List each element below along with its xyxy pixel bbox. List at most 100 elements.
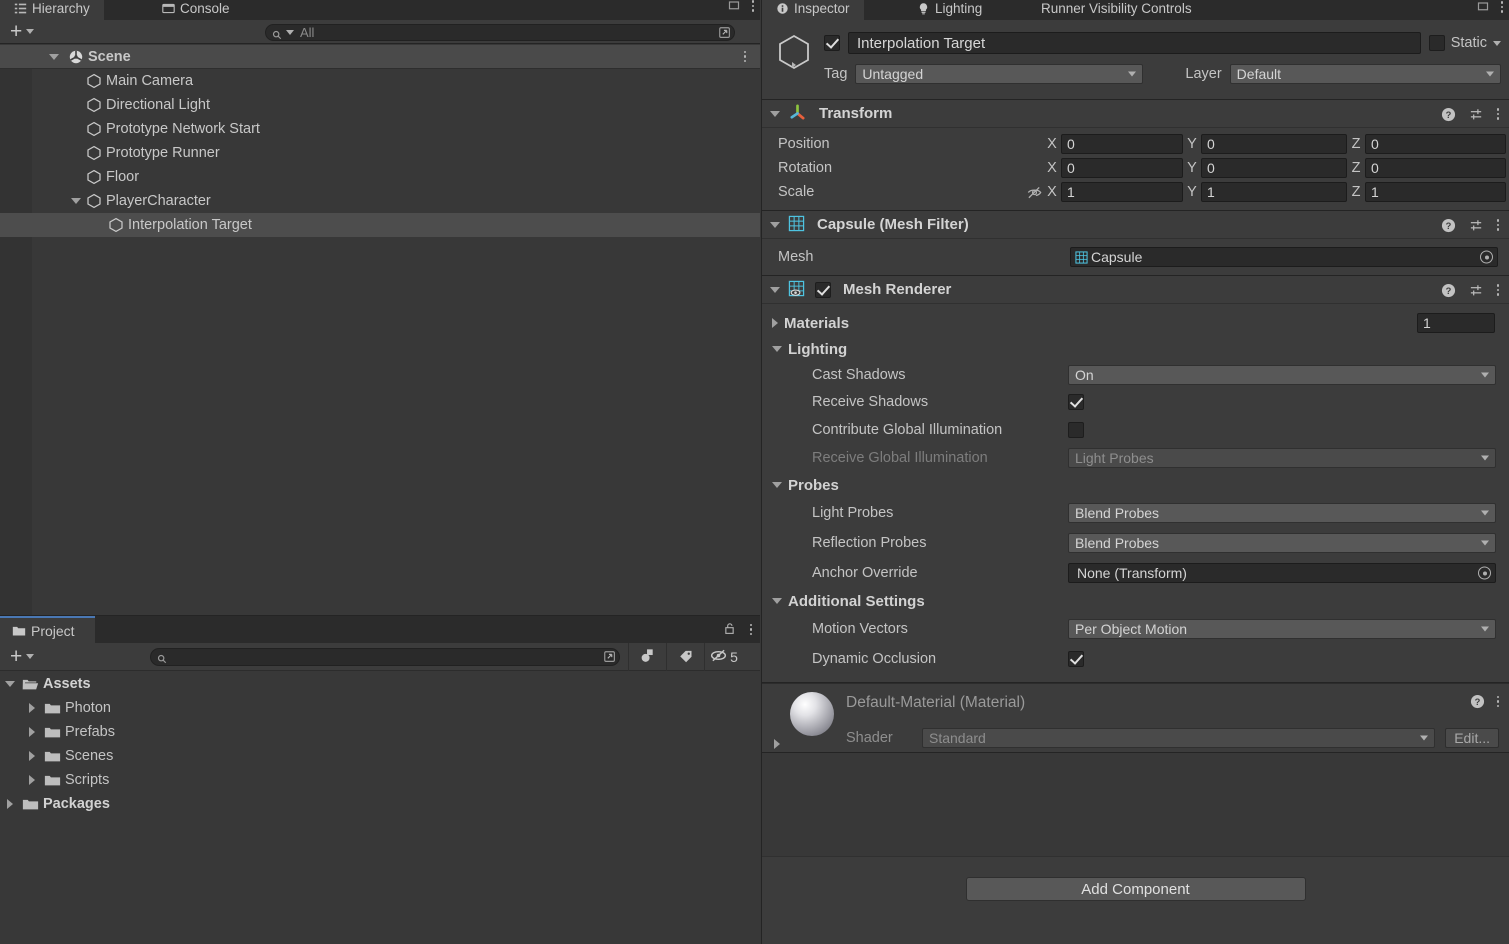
help-icon[interactable]: ? [1441,107,1456,122]
inspector-maximize-icon[interactable] [1477,0,1489,15]
scene-row-menu-icon[interactable] [743,50,746,63]
gameobject-name-input[interactable]: Interpolation Target [848,32,1421,54]
rotation-x-input[interactable]: 0 [1061,158,1183,178]
hierarchy-create-button[interactable]: + [10,21,35,42]
rotation-y-input[interactable]: 0 [1201,158,1347,178]
foldout-icon[interactable] [4,798,16,810]
preset-icon[interactable] [1469,107,1484,122]
static-checkbox[interactable] [1428,35,1445,51]
hierarchy-scene-row[interactable]: Scene [0,45,760,69]
anchor-override-object-field[interactable]: None (Transform) [1068,563,1496,583]
additional-settings-section[interactable]: Additional Settings [762,588,1509,614]
add-component-button[interactable]: Add Component [965,877,1306,901]
search-expand-icon[interactable] [603,650,617,664]
list-item[interactable]: Photon [0,696,760,720]
tab-project[interactable]: Project [0,616,95,643]
mesh-filter-header[interactable]: Capsule (Mesh Filter) ? [762,211,1509,239]
project-menu-icon[interactable] [749,623,752,636]
mesh-renderer-menu-icon[interactable] [1496,284,1499,296]
gameobject-icon[interactable] [774,32,814,72]
list-item[interactable]: Scripts [0,768,760,792]
filter-by-type-button[interactable] [628,643,666,671]
help-icon[interactable]: ? [1441,218,1456,233]
help-icon[interactable]: ? [1470,694,1485,709]
mesh-renderer-enabled-checkbox[interactable] [815,281,831,298]
hierarchy-maximize-icon[interactable] [728,0,740,14]
shader-edit-button[interactable]: Edit... [1445,728,1499,748]
foldout-icon[interactable] [26,702,38,714]
position-x-input[interactable]: 0 [1061,134,1183,154]
foldout-icon[interactable] [772,318,778,328]
tab-console[interactable]: Console [148,0,244,20]
transform-header[interactable]: Transform ? [762,100,1509,128]
lighting-section[interactable]: Lighting [762,336,1509,362]
hierarchy-menu-icon[interactable] [751,0,754,12]
foldout-icon[interactable] [4,678,16,690]
scale-z-input[interactable]: 1 [1365,182,1506,202]
filter-by-label-button[interactable] [666,643,704,671]
list-item[interactable]: Interpolation Target [0,213,760,237]
foldout-icon[interactable] [772,598,782,604]
foldout-icon[interactable] [774,736,780,752]
object-picker-icon[interactable] [1480,250,1493,264]
mesh-object-field[interactable]: Capsule [1070,247,1498,267]
project-search-input[interactable] [150,648,620,666]
chevron-down-icon[interactable] [1493,40,1501,46]
tab-lighting[interactable]: Lighting [903,0,996,20]
search-filter-chevron-icon[interactable] [286,30,294,35]
list-item[interactable]: PlayerCharacter [0,189,760,213]
inspector-menu-icon[interactable] [1500,1,1503,13]
list-item[interactable]: Assets [0,672,760,696]
object-picker-icon[interactable] [1478,566,1491,580]
foldout-icon[interactable] [48,51,60,63]
mesh-filter-menu-icon[interactable] [1496,219,1499,231]
list-item[interactable]: Floor [0,165,760,189]
dynamic-occlusion-checkbox[interactable] [1068,651,1084,667]
materials-count-input[interactable]: 1 [1417,313,1495,333]
foldout-icon[interactable] [772,346,782,352]
contribute-gi-checkbox[interactable] [1068,422,1084,438]
list-item[interactable]: Prototype Network Start [0,117,760,141]
material-menu-icon[interactable] [1496,695,1499,708]
foldout-icon[interactable] [70,195,82,207]
layer-dropdown[interactable]: Default [1229,64,1501,84]
foldout-icon[interactable] [26,774,38,786]
tab-hierarchy[interactable]: Hierarchy [0,0,104,20]
constrain-proportions-icon[interactable] [1026,185,1043,200]
reflection-probes-dropdown[interactable]: Blend Probes [1068,533,1496,553]
foldout-icon[interactable] [770,110,780,117]
materials-section[interactable]: Materials 1 [762,310,1509,336]
foldout-icon[interactable] [770,286,780,293]
cast-shadows-dropdown[interactable]: On [1068,365,1496,385]
scale-y-input[interactable]: 1 [1201,182,1347,202]
transform-menu-icon[interactable] [1496,108,1499,120]
gameobject-enabled-checkbox[interactable] [824,35,840,51]
tag-dropdown[interactable]: Untagged [855,64,1144,84]
tab-runner-visibility-controls[interactable]: Runner Visibility Controls [1027,0,1206,20]
list-item[interactable]: Prototype Runner [0,141,760,165]
rotation-z-input[interactable]: 0 [1365,158,1506,178]
position-z-input[interactable]: 0 [1365,134,1506,154]
static-control[interactable]: Static [1428,35,1501,51]
list-item[interactable]: Packages [0,792,760,816]
help-icon[interactable]: ? [1441,283,1456,298]
light-probes-dropdown[interactable]: Blend Probes [1068,503,1496,523]
scale-x-input[interactable]: 1 [1061,182,1183,202]
list-item[interactable]: Main Camera [0,69,760,93]
foldout-icon[interactable] [770,221,780,228]
search-expand-icon[interactable] [718,26,732,40]
tab-inspector[interactable]: Inspector [762,0,864,20]
motion-vectors-dropdown[interactable]: Per Object Motion [1068,619,1496,639]
foldout-icon[interactable] [772,482,782,488]
preset-icon[interactable] [1469,218,1484,233]
list-item[interactable]: Directional Light [0,93,760,117]
lock-icon[interactable] [723,622,736,638]
foldout-icon[interactable] [26,750,38,762]
list-item[interactable]: Scenes [0,744,760,768]
project-create-button[interactable]: + [10,646,35,667]
hierarchy-search-input[interactable]: All [265,24,735,41]
mesh-renderer-header[interactable]: Mesh Renderer ? [762,276,1509,304]
foldout-icon[interactable] [26,726,38,738]
receive-shadows-checkbox[interactable] [1068,394,1084,410]
hidden-items-button[interactable]: 5 [704,643,742,671]
